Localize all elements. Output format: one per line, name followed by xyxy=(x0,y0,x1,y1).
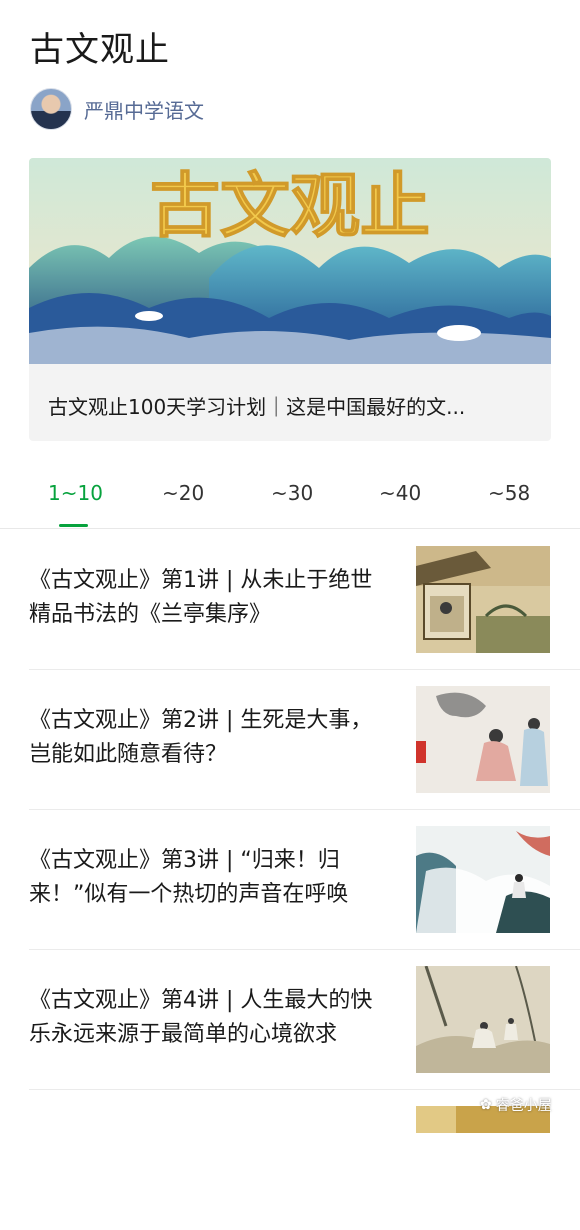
tab-1-10[interactable]: 1~10 xyxy=(48,481,103,505)
scholars-painting-icon xyxy=(416,686,550,793)
cliff-figure-painting-icon xyxy=(416,826,550,933)
banner-image: 古文观止 xyxy=(29,158,551,364)
author-name[interactable]: 严鼎中学语文 xyxy=(84,95,204,124)
watermark: ✿ 睿爸小屋 xyxy=(480,1095,552,1115)
article-title[interactable]: 《古文观止》第4讲 | 人生最大的快乐永远来源于最简单的心境欲求 xyxy=(29,984,389,1052)
list-item[interactable]: 《古文观止》第1讲 | 从未止于绝世精品书法的《兰亭集序》 xyxy=(29,530,580,670)
tab-bar: 1~10 ~20 ~30 ~40 ~58 xyxy=(0,475,580,527)
active-tab-indicator xyxy=(59,524,88,527)
wechat-icon: ✿ xyxy=(480,1097,492,1113)
landscape-figures-painting-icon xyxy=(416,966,550,1073)
watermark-text: 睿爸小屋 xyxy=(495,1098,552,1114)
article-title[interactable]: 《古文观止》第2讲 | 生死是大事，岂能如此随意看待？ xyxy=(29,704,389,772)
list-item[interactable]: 《古文观止》第2讲 | 生死是大事，岂能如此随意看待？ xyxy=(29,670,580,810)
banner-art-text: 古文观止 xyxy=(150,164,430,247)
page-title: 古文观止 xyxy=(30,30,170,70)
tab-20[interactable]: ~20 xyxy=(162,481,204,505)
tab-40[interactable]: ~40 xyxy=(379,481,421,505)
banner-card[interactable]: 古文观止 古文观止100天学习计划｜这是中国最好的文... xyxy=(29,158,551,441)
tabs-divider xyxy=(0,528,580,529)
article-title[interactable]: 《古文观止》第1讲 | 从未止于绝世精品书法的《兰亭集序》 xyxy=(29,564,389,632)
author-row[interactable]: 严鼎中学语文 xyxy=(30,88,204,130)
list-item[interactable]: 《古文观止》第3讲 | “归来！归来！”似有一个热切的声音在呼唤 xyxy=(29,810,580,950)
article-title[interactable]: 《古文观止》第3讲 | “归来！归来！”似有一个热切的声音在呼唤 xyxy=(29,844,389,912)
tab-30[interactable]: ~30 xyxy=(271,481,313,505)
tab-58[interactable]: ~58 xyxy=(488,481,530,505)
pavilion-painting-icon xyxy=(416,546,550,653)
avatar[interactable] xyxy=(30,88,72,130)
banner-caption: 古文观止100天学习计划｜这是中国最好的文... xyxy=(48,395,466,419)
list-item[interactable]: 《古文观止》第4讲 | 人生最大的快乐永远来源于最简单的心境欲求 xyxy=(29,950,580,1090)
